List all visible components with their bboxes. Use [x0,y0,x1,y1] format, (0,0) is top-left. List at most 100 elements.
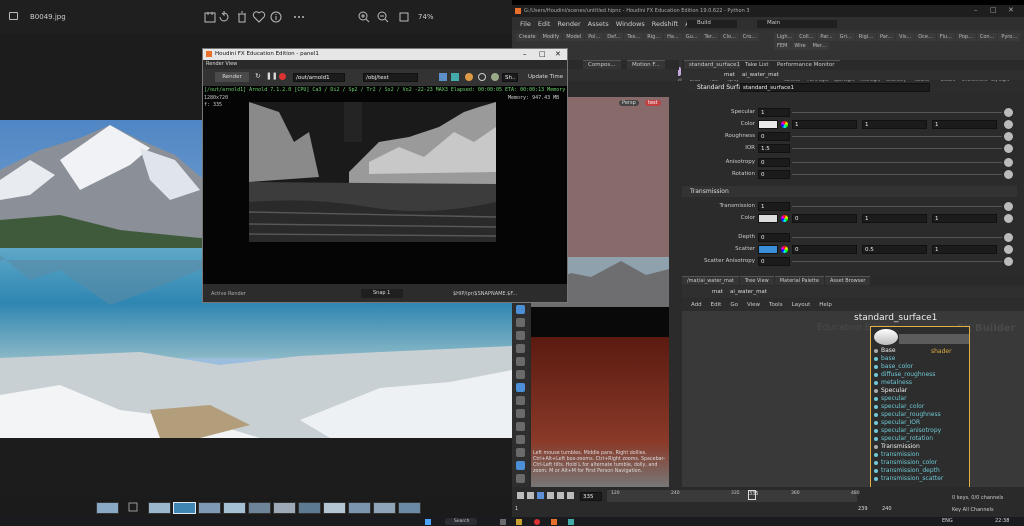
light-shelf-tab[interactable]: Mer... [809,42,830,50]
shelf-tab[interactable]: Create [516,33,539,41]
light-shelf-tab[interactable]: Oce... [915,33,936,41]
node-name-field[interactable]: standard_surface1 [740,83,930,92]
param-settings-icon[interactable] [1004,202,1013,211]
viewport-tool-down2-icon[interactable] [516,461,525,470]
param-slider[interactable] [792,148,1002,149]
thumbnail[interactable] [148,502,171,514]
param-settings-icon[interactable] [1004,120,1013,129]
shelf-tab[interactable]: Modify [539,33,563,41]
input-port[interactable]: diffuse_roughness [871,371,971,379]
timeline-ruler[interactable]: 120 240 335 360 480 [607,490,860,502]
thumbnail[interactable] [273,502,296,514]
shelf-tab[interactable]: Rig... [644,33,664,41]
shelf-tab[interactable]: Ha... [664,33,682,41]
current-frame-field[interactable]: 335 [580,492,602,501]
network-menu-add[interactable]: Add [691,302,702,308]
input-port[interactable]: specular_roughness [871,411,971,419]
tab-render-view[interactable]: Render View [206,61,237,67]
color-swatch[interactable] [758,214,778,223]
stop-icon[interactable] [537,492,544,499]
prev-frame-icon[interactable] [527,492,534,499]
light-shelf-tab[interactable]: Par... [817,33,836,41]
param-field[interactable]: 1 [758,202,790,211]
thumbnail[interactable] [198,502,221,514]
input-port[interactable]: base_color [871,363,971,371]
shelf-tab[interactable]: Clo... [720,33,739,41]
refresh-icon[interactable]: ↻ [255,72,261,80]
stop-icon[interactable] [279,73,286,80]
persp-menu[interactable]: Persp [619,100,639,106]
param-slider[interactable] [792,136,1002,137]
light-shelf-tab[interactable]: FEM [774,42,791,50]
thumbnail[interactable] [373,502,396,514]
shelf-tab[interactable]: Gu... [682,33,701,41]
viewport-tool-render-icon[interactable] [516,344,525,353]
shelf-tab[interactable]: Model [563,33,585,41]
network-menu-tools[interactable]: Tools [769,302,783,308]
ipr-icon[interactable] [491,73,499,81]
param-field-v2[interactable]: 0.5 [862,245,927,254]
minimize-button[interactable]: – [974,6,978,14]
light-shelf-tab[interactable]: Gri... [836,33,855,41]
network-menu-view[interactable]: View [747,302,760,308]
param-settings-icon[interactable] [1004,245,1013,254]
input-port[interactable]: metalness [871,379,971,387]
tab-compositor[interactable]: Compos... [583,60,621,69]
light-shelf-tab[interactable]: Flu... [936,33,955,41]
windows-start-icon[interactable] [425,519,431,525]
network-tab[interactable]: Asset Browser [824,276,871,285]
param-settings-icon[interactable] [1004,233,1013,242]
camera-menu[interactable]: test [645,100,661,106]
build-desktop-select[interactable]: Build [687,20,737,28]
viewport-tool-normal-icon[interactable] [516,305,525,314]
light-shelf-tab[interactable]: Rigi... [855,33,876,41]
param-slider[interactable] [792,206,1002,207]
shelf-tab[interactable]: Pol... [585,33,604,41]
snap-select[interactable]: Snap 1 [361,289,403,298]
param-slider[interactable] [792,261,1002,262]
param-settings-icon[interactable] [1004,214,1013,223]
input-port[interactable]: transmission_depth [871,467,971,475]
param-field-v3[interactable]: 1 [932,214,997,223]
render-button[interactable]: Render [215,72,249,82]
network-menu-edit[interactable]: Edit [711,302,722,308]
browser-icon[interactable] [534,519,540,525]
param-settings-icon[interactable] [1004,108,1013,117]
light-shelf-tab[interactable]: Pyro... [998,33,1020,41]
param-settings-icon[interactable] [1004,158,1013,167]
param-field[interactable]: 1.5 [758,144,790,153]
param-field-value[interactable]: 0 [792,214,857,223]
input-port[interactable]: transmission_color [871,459,971,467]
light-shelf-tab[interactable]: Wire [791,42,809,50]
color-wheel-icon[interactable] [781,215,788,222]
render-minimize-button[interactable]: – [523,50,527,58]
info-icon[interactable] [269,10,283,24]
network-menu-go[interactable]: Go [730,302,738,308]
thumbnail[interactable] [398,502,421,514]
input-port[interactable]: specular [871,395,971,403]
light-shelf-tab[interactable]: Vis... [896,33,915,41]
taskbar-app-icon[interactable] [500,519,506,525]
zoom-in-icon[interactable] [357,10,371,24]
param-field[interactable]: 0 [758,132,790,141]
light-shelf-tab[interactable]: Ligh... [774,33,796,41]
snapshot-icon[interactable] [451,73,459,81]
key-all-channels-button[interactable]: Key All Channels [952,507,994,513]
render-maximize-button[interactable]: □ [539,50,546,58]
color-wheel-icon[interactable] [781,121,788,128]
param-slider[interactable] [792,174,1002,175]
render-close-button[interactable]: ✕ [555,50,561,58]
light-shelf-tab[interactable]: Pop... [955,33,976,41]
param-field-v2[interactable]: 1 [862,120,927,129]
tab-standard-surface[interactable]: standard_surface1 [684,60,745,69]
menu-render[interactable]: Render [557,20,580,28]
tab-motion[interactable]: Motion F... [627,60,665,69]
param-field[interactable]: 0 [758,170,790,179]
thumbnail[interactable] [223,502,246,514]
aspect-select[interactable]: Sh.. [502,73,518,82]
thumbnail[interactable] [248,502,271,514]
param-field[interactable]: 0 [758,158,790,167]
main-desktop-select[interactable]: Main [757,20,837,28]
play-icon[interactable] [547,492,554,499]
thumbnail[interactable] [348,502,371,514]
